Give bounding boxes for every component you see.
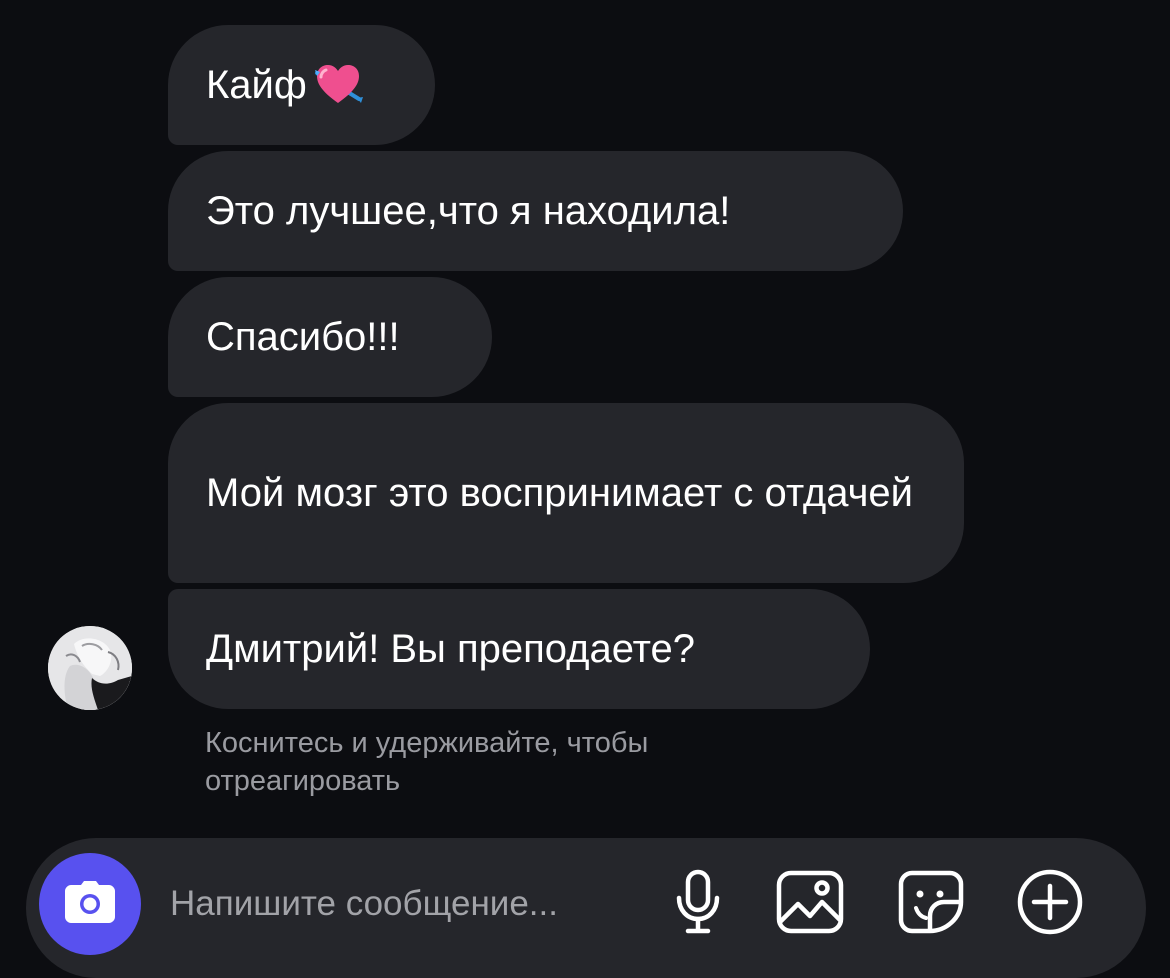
sticker-icon — [898, 870, 964, 939]
message-bubble[interactable]: Спасибо!!! — [168, 277, 492, 397]
message-text: Дмитрий! Вы преподаете? — [206, 627, 696, 671]
microphone-button[interactable] — [660, 866, 736, 942]
avatar[interactable] — [48, 626, 132, 710]
message-bubble[interactable]: Кайф — [168, 25, 435, 145]
reaction-hint: Коснитесь и удерживайте, чтобы отреагиро… — [205, 727, 649, 797]
message-text: Мой мозг это воспринимает с отдачей — [206, 471, 914, 515]
message-text: Кайф — [206, 63, 307, 107]
camera-button[interactable] — [39, 853, 141, 955]
message-bubble[interactable]: Это лучшее,что я находила! — [168, 151, 903, 271]
message-text: Это лучшее,что я находила! — [206, 189, 731, 233]
message-thread: Кайф Это лучшее,что я находила! Спасибо!… — [0, 0, 1170, 830]
gallery-button[interactable] — [772, 866, 848, 942]
heart-with-arrow-icon — [311, 61, 365, 109]
camera-icon — [65, 880, 115, 928]
plus-circle-icon — [1016, 868, 1084, 941]
image-icon — [776, 870, 844, 939]
more-button[interactable] — [1012, 866, 1088, 942]
sticker-button[interactable] — [893, 866, 969, 942]
microphone-icon — [674, 869, 722, 940]
message-text: Спасибо!!! — [206, 315, 400, 359]
message-input[interactable] — [170, 876, 640, 932]
message-bubble[interactable]: Мой мозг это воспринимает с отдачей — [168, 403, 964, 583]
message-bubble[interactable]: Дмитрий! Вы преподаете? — [168, 589, 870, 709]
